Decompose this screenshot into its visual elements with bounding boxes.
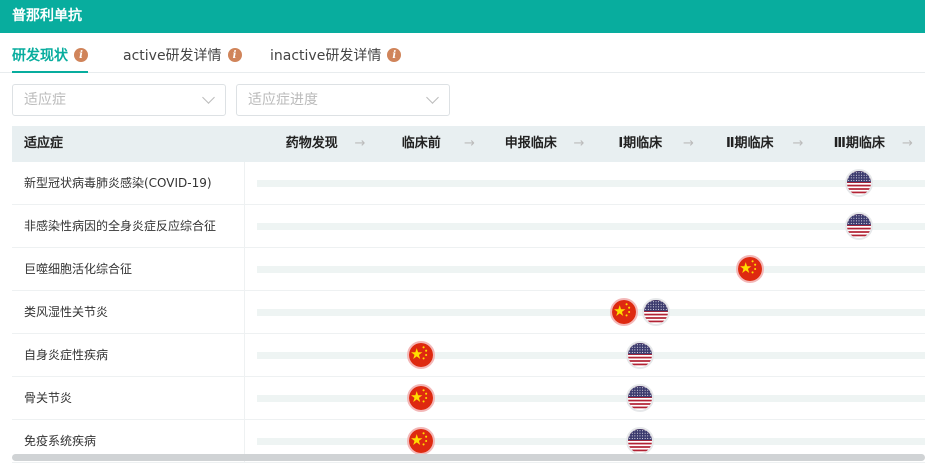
pipeline-table: 适应症 药物发现 → 临床前 → 申报临床 → Ⅰ期临床 → Ⅱ期临床 → Ⅲ期临床 → 新型冠状病毒… bbox=[12, 126, 925, 463]
column-divider bbox=[244, 291, 245, 333]
tab-label: 研发现状 bbox=[12, 48, 68, 64]
stage-header: Ⅱ期临床 bbox=[725, 136, 774, 151]
indication-name: 类风湿性关节炎 bbox=[24, 305, 109, 319]
tab-status[interactable]: 研发现状 i bbox=[12, 45, 88, 73]
column-divider bbox=[244, 205, 245, 247]
indication-name: 新型冠状病毒肺炎感染(COVID-19) bbox=[24, 176, 212, 190]
us-flag-icon[interactable] bbox=[626, 427, 655, 455]
indication-name: 自身炎症性疾病 bbox=[24, 348, 109, 362]
us-flag-icon[interactable] bbox=[626, 341, 655, 369]
china-flag-icon[interactable] bbox=[407, 427, 436, 455]
progress-track bbox=[257, 352, 925, 359]
tab-label: active研发详情 bbox=[123, 48, 222, 64]
column-divider bbox=[244, 248, 245, 290]
tab-inactive-details[interactable]: inactive研发详情 i bbox=[270, 45, 402, 65]
column-divider bbox=[244, 377, 245, 419]
stage-header: 药物发现 bbox=[285, 136, 338, 151]
us-flag-icon[interactable] bbox=[626, 384, 655, 412]
arrow-right-icon: → bbox=[354, 136, 366, 151]
china-flag-icon[interactable] bbox=[407, 384, 436, 412]
china-flag-icon[interactable] bbox=[735, 255, 764, 283]
progress-track bbox=[257, 395, 925, 402]
info-icon[interactable]: i bbox=[387, 48, 402, 62]
us-flag-icon[interactable] bbox=[845, 169, 874, 197]
tab-active-details[interactable]: active研发详情 i bbox=[123, 45, 242, 65]
progress-track bbox=[257, 266, 925, 273]
arrow-right-icon: → bbox=[573, 136, 585, 151]
table-row: 非感染性病因的全身炎症反应综合征 bbox=[12, 205, 925, 248]
tab-label: inactive研发详情 bbox=[270, 48, 382, 64]
select-placeholder: 适应症进度 bbox=[248, 92, 318, 108]
chevron-down-icon bbox=[426, 91, 439, 104]
indication-select[interactable]: 适应症 bbox=[12, 84, 226, 116]
arrow-right-icon: → bbox=[902, 136, 913, 151]
progress-track bbox=[257, 438, 925, 445]
horizontal-scrollbar[interactable] bbox=[12, 454, 925, 461]
progress-track bbox=[257, 180, 925, 187]
progress-track bbox=[257, 309, 925, 316]
table-row: 类风湿性关节炎 bbox=[12, 291, 925, 334]
table-row: 自身炎症性疾病 bbox=[12, 334, 925, 377]
stage-header: 申报临床 bbox=[504, 136, 557, 151]
us-flag-icon[interactable] bbox=[642, 298, 671, 326]
arrow-right-icon: → bbox=[683, 136, 694, 151]
header-indication: 适应症 bbox=[24, 136, 64, 151]
column-divider bbox=[244, 334, 245, 376]
page-title: 普那利单抗 bbox=[0, 0, 925, 33]
stage-header: Ⅰ期临床 bbox=[618, 136, 663, 151]
table-row: 新型冠状病毒肺炎感染(COVID-19) bbox=[12, 162, 925, 205]
info-icon[interactable]: i bbox=[227, 48, 242, 62]
arrow-right-icon: → bbox=[464, 136, 475, 151]
column-divider bbox=[244, 162, 245, 204]
info-icon[interactable]: i bbox=[74, 48, 88, 62]
indication-name: 非感染性病因的全身炎症反应综合征 bbox=[24, 219, 217, 233]
select-placeholder: 适应症 bbox=[24, 92, 66, 108]
china-flag-icon[interactable] bbox=[407, 341, 436, 369]
indication-progress-select[interactable]: 适应症进度 bbox=[236, 84, 450, 116]
indication-name: 巨噬细胞活化综合征 bbox=[24, 262, 133, 276]
table-row: 巨噬细胞活化综合征 bbox=[12, 248, 925, 291]
stage-header: Ⅲ期临床 bbox=[833, 136, 885, 151]
table-body: 新型冠状病毒肺炎感染(COVID-19) 非感染性病因的全身炎症反应综合征 巨噬细胞… bbox=[12, 162, 925, 463]
us-flag-icon[interactable] bbox=[845, 212, 874, 240]
tab-bar: 研发现状 i active研发详情 i inactive研发详情 i bbox=[0, 33, 925, 73]
indication-name: 骨关节炎 bbox=[24, 391, 73, 405]
stage-header: 临床前 bbox=[401, 136, 441, 151]
arrow-right-icon: → bbox=[792, 136, 804, 151]
chevron-down-icon bbox=[202, 91, 215, 104]
china-flag-icon[interactable] bbox=[610, 298, 639, 326]
table-row: 骨关节炎 bbox=[12, 377, 925, 420]
table-header: 适应症 药物发现 → 临床前 → 申报临床 → Ⅰ期临床 → Ⅱ期临床 → Ⅲ期临床 → bbox=[12, 126, 925, 162]
progress-track bbox=[257, 223, 925, 230]
